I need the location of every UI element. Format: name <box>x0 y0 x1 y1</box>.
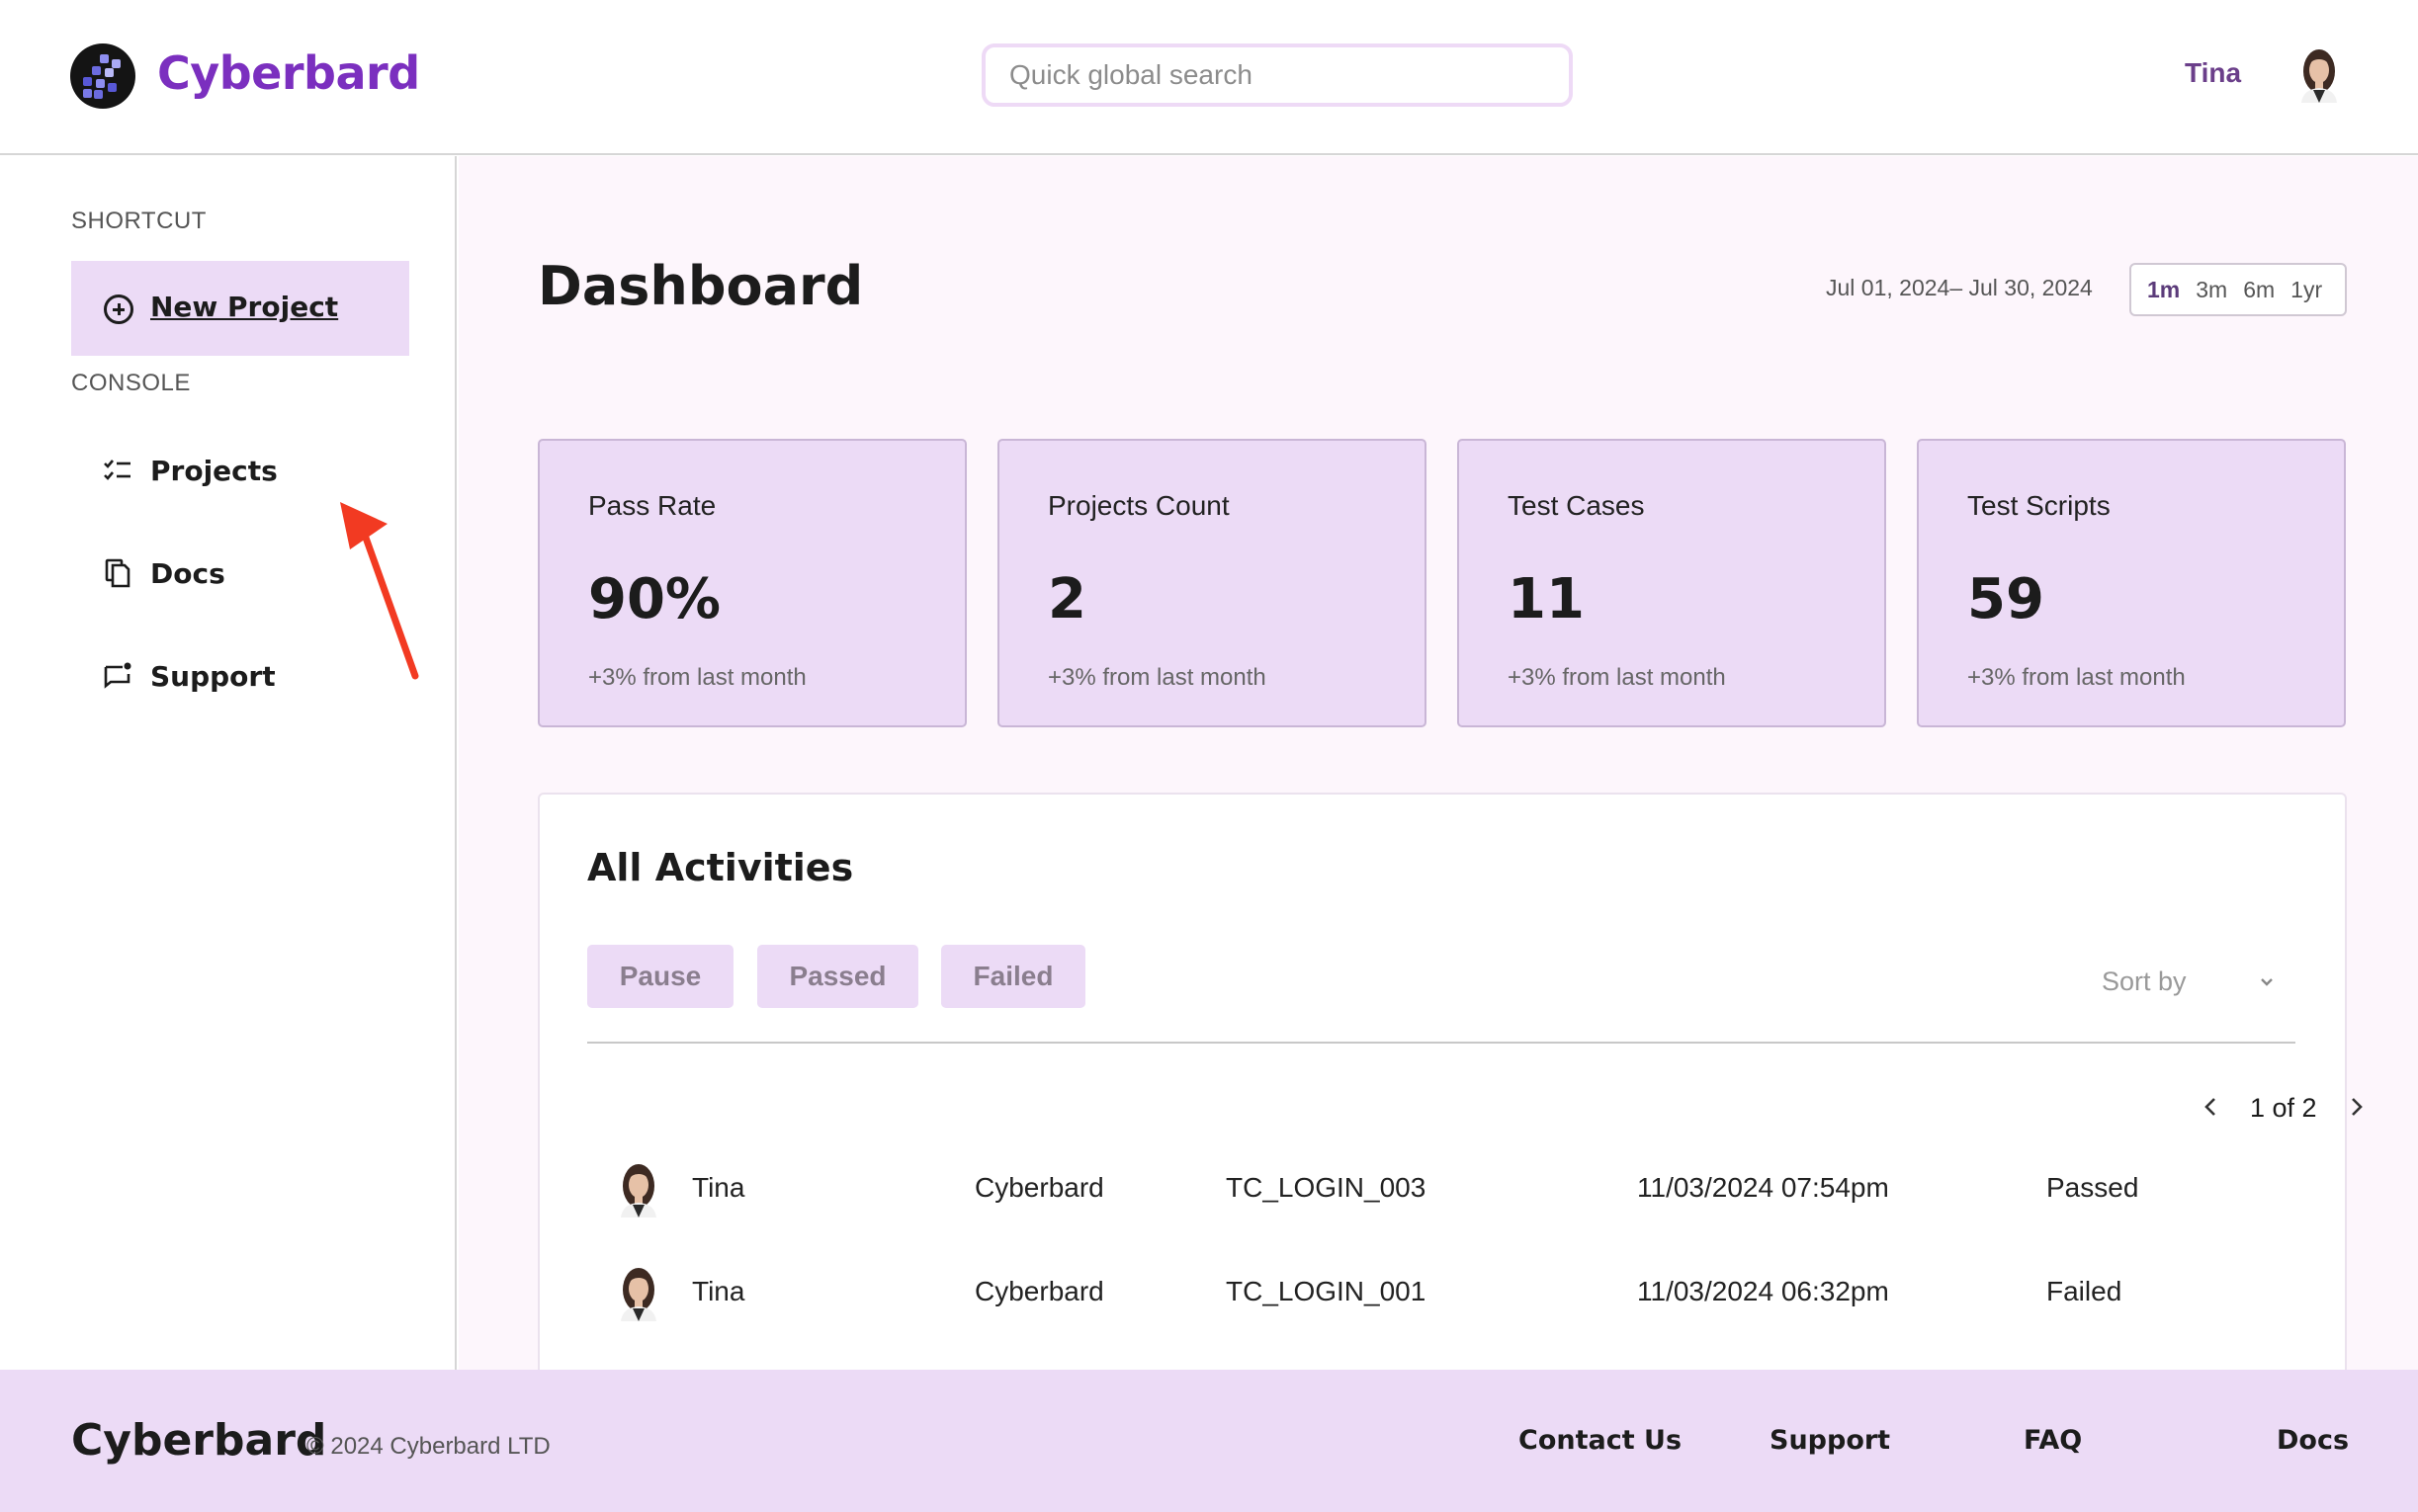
footer-link-contact-us[interactable]: Contact Us <box>1518 1425 1682 1456</box>
stat-value: 59 <box>1967 567 2044 631</box>
stat-title: Test Scripts <box>1967 490 2111 521</box>
user-name[interactable]: Tina <box>2185 57 2241 89</box>
row-user: Tina <box>692 1276 745 1306</box>
row-status: Passed <box>2046 1172 2139 1203</box>
stat-title: Projects Count <box>1048 490 1230 521</box>
stat-value: 2 <box>1048 567 1086 631</box>
top-header: Cyberbard Tina <box>0 0 2418 155</box>
avatar <box>613 1160 664 1218</box>
filter-passed-button[interactable]: Passed <box>757 945 918 1008</box>
filter-pause-button[interactable]: Pause <box>587 945 734 1008</box>
chevron-down-icon[interactable] <box>2257 971 2277 991</box>
sidebar-item-label: Projects <box>150 455 278 487</box>
filter-failed-button[interactable]: Failed <box>941 945 1085 1008</box>
range-6m[interactable]: 6m <box>2243 277 2275 303</box>
cyberbard-logo-icon[interactable] <box>70 43 135 109</box>
divider <box>587 1042 2295 1044</box>
global-search-input[interactable] <box>982 43 1573 107</box>
table-row[interactable]: Tina Cyberbard TC_LOGIN_001 11/03/2024 0… <box>540 1264 2349 1323</box>
footer-brand[interactable]: Cyberbard <box>71 1415 326 1466</box>
range-1m[interactable]: 1m <box>2147 277 2180 303</box>
stat-value: 11 <box>1508 567 1585 631</box>
stat-title: Pass Rate <box>588 490 717 521</box>
footer-link-docs[interactable]: Docs <box>2277 1425 2349 1456</box>
range-selector: 1m 3m 6m 1yr <box>2129 263 2347 316</box>
page-title: Dashboard <box>538 255 864 317</box>
stat-delta: +3% from last month <box>1508 664 1726 691</box>
sidebar-item-label: Support <box>150 660 276 693</box>
row-status: Failed <box>2046 1276 2122 1306</box>
stat-title: Test Cases <box>1508 490 1645 521</box>
stat-card-projects-count[interactable]: Projects Count 2 +3% from last month <box>997 439 1426 727</box>
stat-delta: +3% from last month <box>588 664 807 691</box>
range-1yr[interactable]: 1yr <box>2290 277 2322 303</box>
avatar <box>613 1264 664 1321</box>
checklist-icon <box>104 460 130 480</box>
chevron-right-icon[interactable] <box>2347 1093 2367 1121</box>
row-user: Tina <box>692 1172 745 1203</box>
row-test-case: TC_LOGIN_003 <box>1226 1172 1426 1203</box>
console-section-label: CONSOLE <box>71 370 191 396</box>
new-project-label: New Project <box>150 291 339 323</box>
activities-title: All Activities <box>587 846 854 889</box>
footer-copyright: © 2024 Cyberbard LTD <box>306 1433 551 1460</box>
row-test-case: TC_LOGIN_001 <box>1226 1276 1426 1306</box>
range-3m[interactable]: 3m <box>2196 277 2227 303</box>
new-project-button[interactable]: New Project <box>71 261 409 356</box>
stat-delta: +3% from last month <box>1048 664 1266 691</box>
sidebar-item-projects[interactable]: Projects <box>99 441 415 500</box>
sidebar-item-label: Docs <box>150 557 225 590</box>
footer: Cyberbard © 2024 Cyberbard LTD Contact U… <box>0 1370 2418 1512</box>
pagination-label: 1 of 2 <box>2250 1093 2317 1123</box>
chat-icon <box>104 662 131 689</box>
chevron-left-icon[interactable] <box>2201 1093 2220 1121</box>
copy-icon <box>105 558 130 588</box>
shortcut-section-label: SHORTCUT <box>71 208 207 234</box>
row-project: Cyberbard <box>975 1276 1104 1306</box>
stat-card-test-cases[interactable]: Test Cases 11 +3% from last month <box>1457 439 1886 727</box>
footer-link-faq[interactable]: FAQ <box>2024 1425 2082 1456</box>
row-project: Cyberbard <box>975 1172 1104 1203</box>
plus-circle-icon <box>104 294 133 324</box>
all-activities-panel: All Activities Pause Passed Failed Sort … <box>538 793 2363 1413</box>
table-row[interactable]: Tina Cyberbard TC_LOGIN_003 11/03/2024 0… <box>540 1160 2349 1219</box>
row-datetime: 11/03/2024 07:54pm <box>1637 1172 1889 1203</box>
row-datetime: 11/03/2024 06:32pm <box>1637 1276 1889 1306</box>
footer-link-support[interactable]: Support <box>1770 1425 1890 1456</box>
stat-card-test-scripts[interactable]: Test Scripts 59 +3% from last month <box>1917 439 2346 727</box>
main-content: Dashboard Jul 01, 2024– Jul 30, 2024 1m … <box>459 156 2418 1413</box>
sort-by-dropdown[interactable]: Sort by <box>2102 966 2187 997</box>
brand-name[interactable]: Cyberbard <box>157 46 420 100</box>
annotation-arrow-icon <box>340 502 419 680</box>
sidebar: SHORTCUT New Project CONSOLE Projects Do… <box>0 156 457 1370</box>
stat-delta: +3% from last month <box>1967 664 2186 691</box>
stat-card-pass-rate[interactable]: Pass Rate 90% +3% from last month <box>538 439 967 727</box>
stat-value: 90% <box>588 567 722 631</box>
user-avatar[interactable] <box>2293 45 2345 103</box>
date-range: Jul 01, 2024– Jul 30, 2024 <box>1826 275 2093 300</box>
